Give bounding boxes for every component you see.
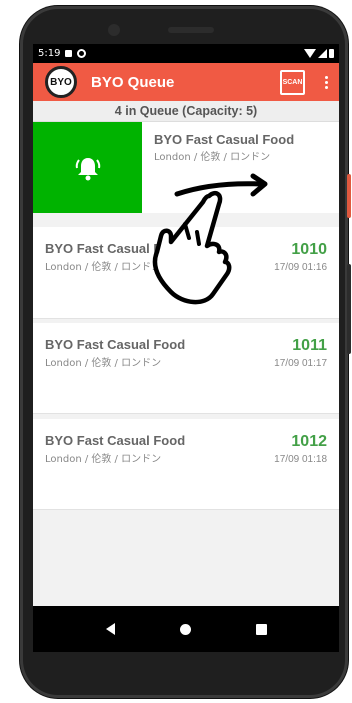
queue-number: 1011 bbox=[292, 337, 327, 354]
app-logo: BYO bbox=[45, 66, 77, 98]
earpiece-speaker bbox=[168, 27, 214, 33]
battery-icon bbox=[329, 49, 334, 58]
logo-text: BYO bbox=[50, 76, 72, 88]
item-location: London / 伦敦 / ロンドン bbox=[154, 152, 271, 163]
queue-item[interactable]: BYO Fast Casual Food London / 伦敦 / ロンドン … bbox=[33, 419, 339, 510]
phone-screen: 5:19 BYO BYO Queue SCAN 4 in Queue (Capa… bbox=[33, 44, 339, 652]
swipe-right-hand-icon bbox=[152, 173, 268, 305]
status-bar: 5:19 bbox=[33, 44, 339, 63]
front-camera bbox=[108, 24, 120, 36]
app-title: BYO Queue bbox=[91, 73, 175, 91]
power-button bbox=[347, 174, 351, 218]
queue-summary: 4 in Queue (Capacity: 5) bbox=[33, 101, 339, 122]
scan-qr-icon[interactable]: SCAN bbox=[280, 69, 305, 95]
volume-button bbox=[347, 264, 351, 354]
home-icon[interactable] bbox=[179, 623, 191, 635]
wifi-icon bbox=[304, 49, 316, 58]
queue-time: 17/09 01:18 bbox=[274, 454, 327, 465]
item-name: BYO Fast Casual Food bbox=[45, 337, 186, 352]
status-time: 5:19 bbox=[38, 48, 61, 59]
queue-number: 1010 bbox=[291, 241, 327, 258]
item-location: London / 伦敦 / ロンドン bbox=[45, 454, 162, 465]
notification-icon bbox=[65, 50, 73, 57]
more-vert-icon[interactable] bbox=[319, 75, 333, 89]
bell-icon bbox=[75, 157, 100, 180]
item-name: BYO Fast Casual Food bbox=[154, 132, 295, 147]
app-bar: BYO BYO Queue SCAN bbox=[33, 63, 339, 101]
queue-time: 17/09 01:16 bbox=[274, 262, 327, 273]
scan-text: SCAN bbox=[282, 78, 303, 86]
back-icon[interactable] bbox=[105, 623, 115, 635]
queue-time: 17/09 01:17 bbox=[274, 358, 327, 369]
signal-icon bbox=[318, 49, 327, 58]
queue-item[interactable]: BYO Fast Casual Food London / 伦敦 / ロンドン … bbox=[33, 323, 339, 414]
sync-icon bbox=[77, 49, 87, 58]
queue-number: 1012 bbox=[291, 433, 327, 450]
system-nav-bar bbox=[33, 606, 339, 652]
recents-icon[interactable] bbox=[255, 623, 267, 635]
item-name: BYO Fast Casual Food bbox=[45, 433, 186, 448]
notify-action[interactable] bbox=[33, 122, 142, 213]
item-location: London / 伦敦 / ロンドン bbox=[45, 358, 162, 369]
